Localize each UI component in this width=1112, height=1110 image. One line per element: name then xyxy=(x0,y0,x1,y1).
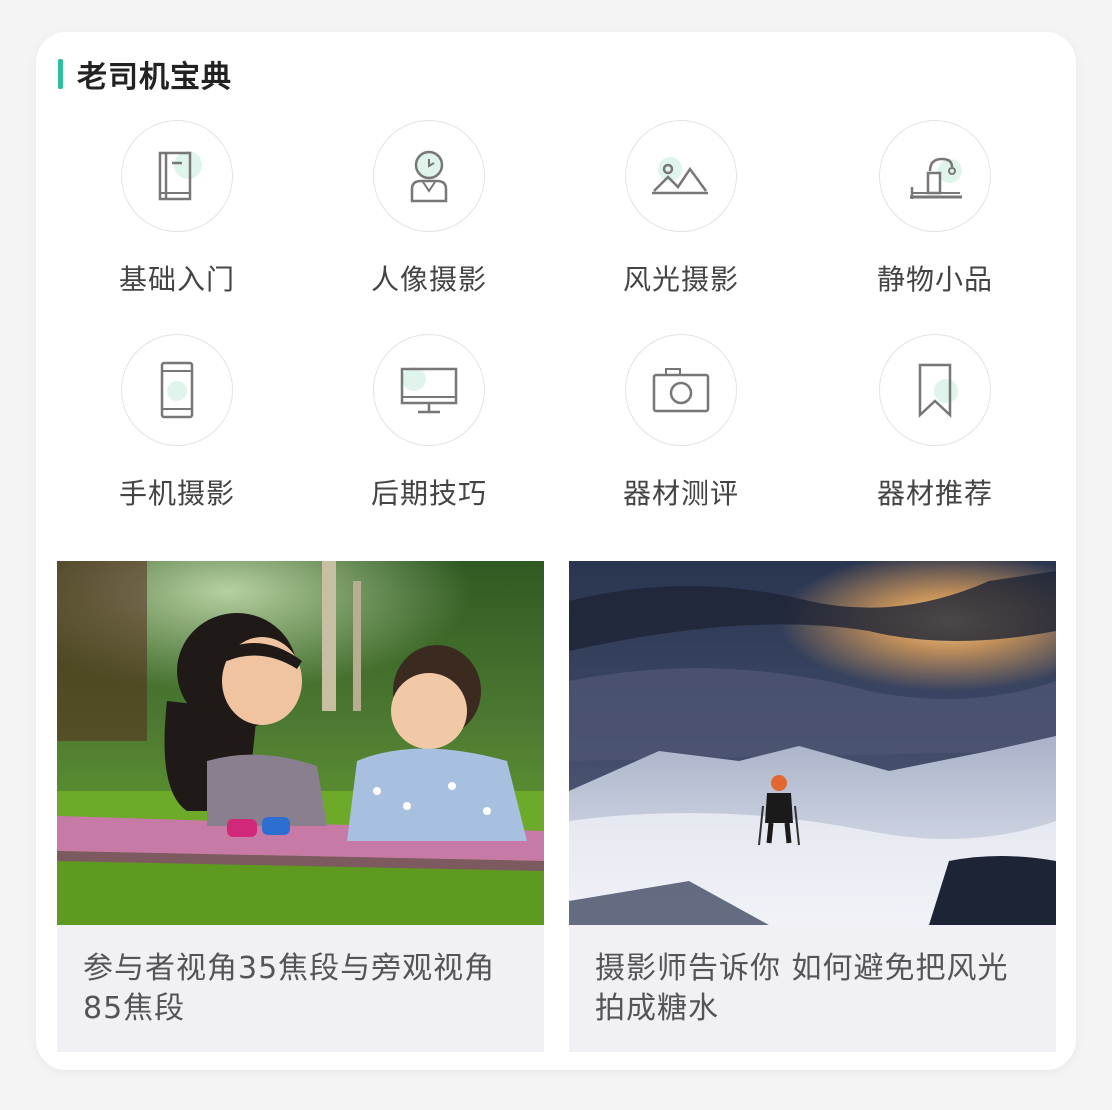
phone-icon xyxy=(160,361,194,419)
article-card[interactable]: 摄影师告诉你 如何避免把风光拍成糖水 xyxy=(569,561,1056,1052)
category-label: 基础入门 xyxy=(118,263,235,296)
section-title: 老司机宝典 xyxy=(77,60,232,95)
category-icon-circle xyxy=(625,334,737,446)
category-item-landscape[interactable]: 风光摄影 xyxy=(581,120,781,298)
mountain-hiker-photo xyxy=(569,561,1056,925)
category-label: 人像摄影 xyxy=(370,263,487,296)
category-icon-circle xyxy=(625,120,737,232)
category-item-gear-recommend[interactable]: 器材推荐 xyxy=(835,334,1035,512)
category-item-basics[interactable]: 基础入门 xyxy=(77,120,277,298)
title-accent-bar xyxy=(58,59,63,89)
children-on-grass-photo xyxy=(57,561,544,925)
category-item-post-processing[interactable]: 后期技巧 xyxy=(329,334,529,512)
category-label: 后期技巧 xyxy=(370,477,487,510)
category-item-gear-review[interactable]: 器材测评 xyxy=(581,334,781,512)
article-caption: 参与者视角35焦段与旁观视角85焦段 xyxy=(83,951,496,1026)
category-label: 器材测评 xyxy=(622,477,739,510)
category-label: 静物小品 xyxy=(876,263,993,296)
portrait-icon xyxy=(410,150,448,203)
category-label: 风光摄影 xyxy=(622,263,739,296)
category-icon-circle xyxy=(879,334,991,446)
monitor-icon xyxy=(400,367,458,414)
book-icon xyxy=(158,151,202,201)
lamp-icon xyxy=(910,157,962,199)
landscape-icon xyxy=(652,157,708,195)
category-label: 手机摄影 xyxy=(118,477,235,510)
article-card[interactable]: 参与者视角35焦段与旁观视角85焦段 xyxy=(57,561,544,1052)
guide-card: 老司机宝典 基础入门 人像摄影 风光摄影 静物小品 手机摄影 后期技巧 器材测评… xyxy=(36,32,1076,1070)
category-icon-circle xyxy=(373,334,485,446)
article-list: 参与者视角35焦段与旁观视角85焦段 摄影师告诉你 如何避免把风光拍成糖水 xyxy=(57,561,1057,1053)
category-icon-circle xyxy=(373,120,485,232)
article-caption: 摄影师告诉你 如何避免把风光拍成糖水 xyxy=(595,951,1009,1026)
section-header: 老司机宝典 xyxy=(58,54,232,95)
category-icon-circle xyxy=(121,334,233,446)
category-label: 器材推荐 xyxy=(876,477,993,510)
camera-icon xyxy=(652,368,710,413)
category-item-still-life[interactable]: 静物小品 xyxy=(835,120,1035,298)
category-item-mobile[interactable]: 手机摄影 xyxy=(77,334,277,512)
category-icon-circle xyxy=(879,120,991,232)
category-icon-circle xyxy=(121,120,233,232)
category-item-portrait[interactable]: 人像摄影 xyxy=(329,120,529,298)
bookmark-icon xyxy=(918,363,958,418)
